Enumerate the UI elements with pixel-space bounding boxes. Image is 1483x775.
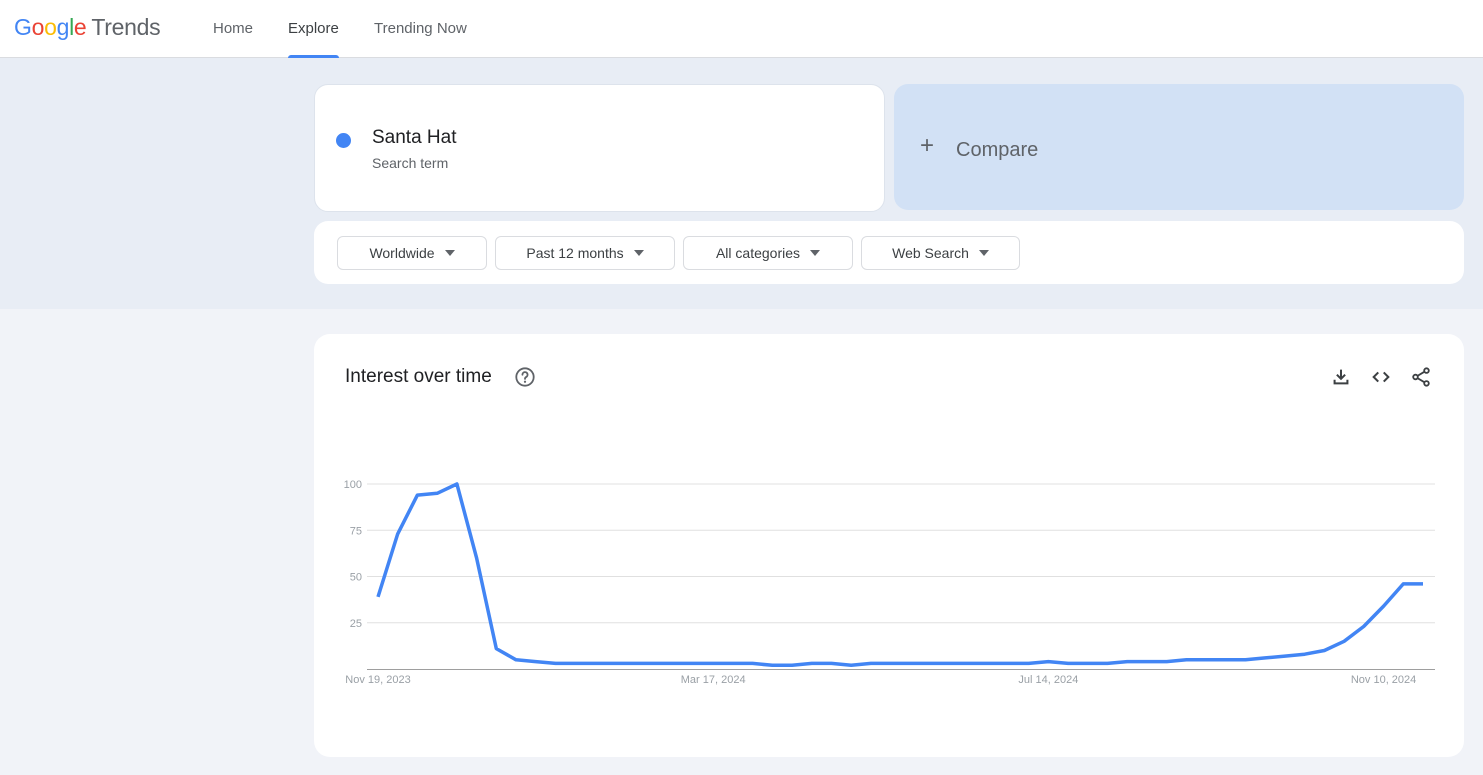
data-point[interactable] xyxy=(1062,657,1074,669)
data-point[interactable] xyxy=(1259,652,1271,664)
data-point[interactable] xyxy=(865,657,877,669)
interest-over-time-card: Interest over time 25 50 75 100 Nov 19, 2023… xyxy=(314,334,1464,757)
y-tick-label: 75 xyxy=(350,525,362,537)
data-point[interactable] xyxy=(1023,657,1035,669)
data-point[interactable] xyxy=(1082,657,1094,669)
compare-label: Compare xyxy=(956,139,1039,161)
data-point[interactable] xyxy=(451,478,463,490)
data-point[interactable] xyxy=(1161,656,1173,668)
logo-letter: e xyxy=(73,14,87,40)
data-point[interactable] xyxy=(628,657,640,669)
nav-explore[interactable]: Explore xyxy=(288,0,339,58)
data-point[interactable] xyxy=(707,657,719,669)
data-point[interactable] xyxy=(1299,648,1311,660)
data-point[interactable] xyxy=(825,657,837,669)
x-tick-label: Nov 10, 2024 xyxy=(1351,674,1416,686)
interest-chart: 25 50 75 100 Nov 19, 2023 Mar 17, 2024 Jul 14,… xyxy=(344,478,1435,686)
x-tick-label: Jul 14, 2024 xyxy=(1018,674,1078,686)
caret-down-icon xyxy=(633,250,644,256)
data-point[interactable] xyxy=(1417,578,1429,590)
data-point[interactable] xyxy=(392,528,404,540)
data-point[interactable] xyxy=(1180,654,1192,666)
series-line-santa-hat xyxy=(376,482,1423,668)
data-point[interactable] xyxy=(924,657,936,669)
y-tick-label: 50 xyxy=(350,572,362,584)
x-tick-label: Nov 19, 2023 xyxy=(345,674,410,686)
nav-home[interactable]: Home xyxy=(213,0,253,58)
data-point[interactable] xyxy=(490,643,502,655)
logo-product-name: Trends xyxy=(91,14,161,40)
data-point[interactable] xyxy=(786,659,798,671)
google-trends-logo[interactable]: Google Trends xyxy=(14,14,161,41)
search-term-card[interactable]: Santa Hat Search term xyxy=(314,84,885,212)
data-point[interactable] xyxy=(1200,654,1212,666)
search-property-filter-label: Web Search xyxy=(892,245,969,261)
data-point[interactable] xyxy=(569,657,581,669)
data-point[interactable] xyxy=(727,657,739,669)
data-point[interactable] xyxy=(1338,635,1350,647)
data-point[interactable] xyxy=(589,657,601,669)
data-point[interactable] xyxy=(648,657,660,669)
data-point[interactable] xyxy=(372,591,384,603)
x-tick-label: Mar 17, 2024 xyxy=(681,674,746,686)
logo-letter: o xyxy=(31,14,45,40)
data-point[interactable] xyxy=(1240,654,1252,666)
data-point[interactable] xyxy=(1042,656,1054,668)
caret-down-icon xyxy=(810,250,821,256)
logo-letter: g xyxy=(56,14,70,40)
filters-bar: Worldwide Past 12 months All categories … xyxy=(314,221,1464,284)
data-point[interactable] xyxy=(1102,657,1114,669)
time-range-filter[interactable]: Past 12 months xyxy=(495,236,675,270)
data-point[interactable] xyxy=(609,657,621,669)
data-point[interactable] xyxy=(471,552,483,564)
compare-button[interactable]: + Compare xyxy=(894,84,1464,210)
plus-icon: + xyxy=(920,132,935,159)
search-term-type: Search term xyxy=(372,155,449,171)
search-term-name[interactable]: Santa Hat xyxy=(372,127,457,149)
data-point[interactable] xyxy=(845,659,857,671)
data-point[interactable] xyxy=(747,657,759,669)
series-color-dot xyxy=(336,133,351,148)
data-point[interactable] xyxy=(766,659,778,671)
data-point[interactable] xyxy=(1121,656,1133,668)
search-property-filter[interactable]: Web Search xyxy=(861,236,1020,270)
category-filter-label: All categories xyxy=(715,245,801,261)
y-tick-label: 100 xyxy=(344,479,362,491)
caret-down-icon xyxy=(978,250,989,256)
data-point[interactable] xyxy=(1220,654,1232,666)
category-filter[interactable]: All categories xyxy=(683,236,853,270)
logo-letter: o xyxy=(44,14,57,40)
data-point[interactable] xyxy=(806,657,818,669)
data-point[interactable] xyxy=(983,657,995,669)
data-point[interactable] xyxy=(944,657,956,669)
data-point[interactable] xyxy=(549,657,561,669)
data-point[interactable] xyxy=(530,656,542,668)
data-point[interactable] xyxy=(411,489,423,501)
nav-trending-now[interactable]: Trending Now xyxy=(374,0,467,58)
region-filter[interactable]: Worldwide xyxy=(337,236,487,270)
data-point[interactable] xyxy=(687,657,699,669)
caret-down-icon xyxy=(444,250,455,256)
data-point[interactable] xyxy=(1378,600,1390,612)
top-bar: Google Trends Home Explore Trending Now xyxy=(0,0,1483,58)
data-point[interactable] xyxy=(1318,645,1330,657)
time-range-filter-label: Past 12 months xyxy=(526,245,624,261)
data-point[interactable] xyxy=(1279,650,1291,662)
data-point[interactable] xyxy=(885,657,897,669)
data-point[interactable] xyxy=(510,654,522,666)
y-tick-label: 25 xyxy=(350,618,362,630)
data-point[interactable] xyxy=(1397,578,1409,590)
data-point[interactable] xyxy=(1141,656,1153,668)
region-filter-label: Worldwide xyxy=(369,245,435,261)
data-point[interactable] xyxy=(964,657,976,669)
data-point[interactable] xyxy=(904,657,916,669)
data-point[interactable] xyxy=(431,487,443,499)
data-point[interactable] xyxy=(1003,657,1015,669)
logo-letter: G xyxy=(14,14,32,40)
data-point[interactable] xyxy=(1358,620,1370,632)
data-point[interactable] xyxy=(668,657,680,669)
